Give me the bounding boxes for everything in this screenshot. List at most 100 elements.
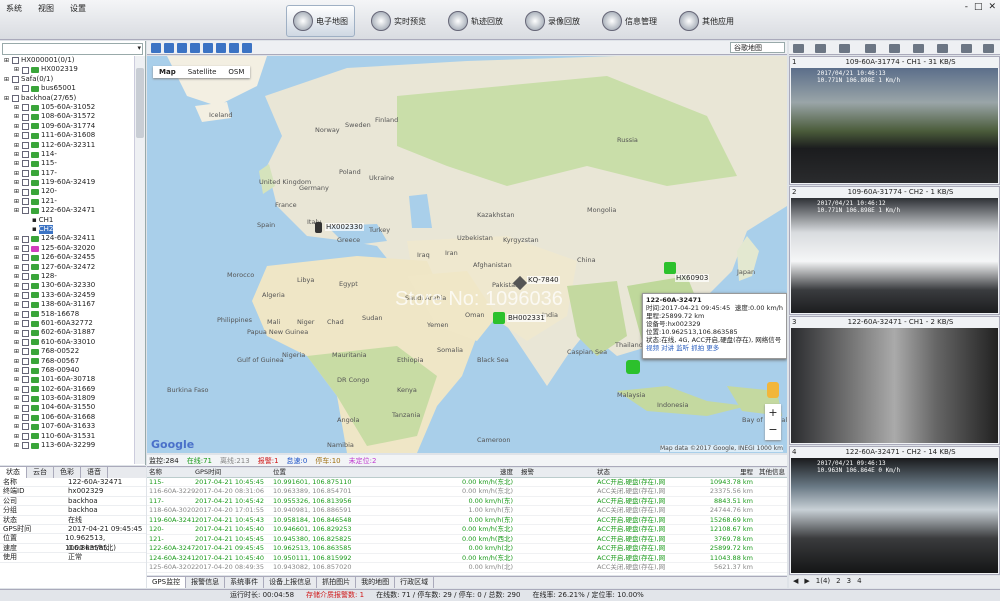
table-row[interactable]: 120- 2017-04-21 10:45:40 10.946601, 106.82… (147, 525, 787, 535)
expand-icon[interactable]: ⊞ (14, 432, 22, 441)
tree-item[interactable]: ⊞ 112-60A-32311 (0, 141, 133, 150)
checkbox[interactable] (22, 151, 29, 159)
checkbox[interactable] (22, 414, 29, 422)
expand-icon[interactable]: ⊞ (14, 141, 22, 150)
column-header[interactable]: 速度 (451, 468, 517, 477)
expand-icon[interactable]: ⊞ (14, 403, 22, 412)
scrollbar-thumb[interactable] (136, 68, 144, 138)
map-type-map[interactable]: Map (153, 66, 182, 78)
checkbox[interactable] (22, 188, 29, 196)
tree-item[interactable]: ⊞ 103-60A-31809 (0, 394, 133, 403)
tree-item[interactable]: ⊞ Safa(0/1) (0, 75, 133, 84)
bottom-tab[interactable]: 设备上报信息 (264, 577, 318, 588)
minimize-button[interactable]: - (965, 2, 968, 12)
nav-tab[interactable]: 信息管理 (596, 5, 663, 37)
tree-item[interactable]: ⊞ 114- (0, 150, 133, 159)
tree-item[interactable]: ▪ CH1 (0, 216, 133, 225)
column-header[interactable]: 其他信息 (755, 468, 785, 477)
maximize-button[interactable]: □ (974, 2, 983, 12)
column-header[interactable]: GPS时间 (195, 468, 273, 477)
car-marker-icon[interactable] (664, 262, 676, 274)
checkbox[interactable] (22, 104, 29, 112)
column-header[interactable]: 位置 (273, 468, 451, 477)
expand-icon[interactable]: ⊞ (4, 75, 12, 84)
tree-item[interactable]: ⊞ 138-60A-31167 (0, 300, 133, 309)
expand-icon[interactable]: ⊞ (14, 357, 22, 366)
expand-icon[interactable]: ⊞ (14, 319, 22, 328)
info-tab[interactable]: 色彩 (54, 467, 81, 478)
expand-icon[interactable]: ⊞ (14, 84, 22, 93)
expand-icon[interactable]: ⊞ (14, 366, 22, 375)
bottom-tab[interactable]: GPS监控 (147, 577, 187, 588)
checkbox[interactable] (12, 75, 19, 83)
checkbox[interactable] (22, 273, 29, 281)
stop-icon[interactable] (190, 43, 200, 53)
video-frame[interactable]: 2017/04/21 09:46:13 10.963N 106.864E 0 Km… (791, 458, 998, 573)
expand-icon[interactable]: ⊞ (14, 131, 22, 140)
checkbox[interactable] (22, 282, 29, 290)
tree-item[interactable]: ⊞ 109-60A-31774 (0, 122, 133, 131)
checkbox[interactable] (22, 179, 29, 187)
expand-icon[interactable]: ⊞ (14, 413, 22, 422)
tree-item[interactable]: ⊞ 122-60A-32471 (0, 206, 133, 215)
table-row[interactable]: 118-60A-30207 2017-04-20 17:01:55 10.94098… (147, 506, 787, 516)
table-row[interactable]: 125-60A-32020 2017-04-20 08:49:35 10.94308… (147, 563, 787, 573)
map-type-osm[interactable]: OSM (222, 66, 250, 78)
tree-item[interactable]: ⊞ HX002319 (0, 65, 133, 74)
tree-item[interactable]: ⊞ 124-60A-32411 (0, 234, 133, 243)
checkbox[interactable] (22, 141, 29, 149)
expand-icon[interactable]: ⊞ (14, 310, 22, 319)
expand-icon[interactable]: ⊞ (14, 347, 22, 356)
checkbox[interactable] (22, 113, 29, 121)
checkbox[interactable] (22, 348, 29, 356)
expand-icon[interactable]: ⊞ (4, 56, 12, 65)
checkbox[interactable] (22, 310, 29, 318)
expand-icon[interactable]: ⊞ (4, 94, 12, 103)
table-row[interactable]: 116-60A-32299 2017-04-20 08:31:06 10.96338… (147, 487, 787, 497)
expand-icon[interactable]: ⊞ (14, 178, 22, 187)
car-marker-icon[interactable] (493, 312, 505, 324)
video-page-tab[interactable]: 4 (857, 576, 861, 588)
expand-icon[interactable]: ⊞ (14, 197, 22, 206)
chevron-down-icon[interactable]: ▾ (137, 44, 141, 52)
info-tab[interactable]: 状态 (0, 467, 27, 478)
tree-item[interactable]: ⊞ 107-60A-31633 (0, 422, 133, 431)
video-panel[interactable]: 2 109-60A-31774 - CH2 - 1 KB/S 2017/04/21 … (789, 186, 1000, 315)
prev-page-icon[interactable]: ◀ (793, 576, 798, 588)
expand-icon[interactable]: ⊞ (14, 441, 22, 450)
tree-item[interactable]: ▪ CH2 (0, 225, 133, 235)
zoom-in-button[interactable]: + (765, 404, 781, 421)
car-marker-icon[interactable] (626, 360, 640, 374)
tree-item[interactable]: ⊞ backhoa(27/65) (0, 94, 133, 103)
tree-item[interactable]: ⊞ HX000001(0/1) (0, 56, 133, 65)
checkbox[interactable] (22, 301, 29, 309)
tree-item[interactable]: ⊞ 127-60A-32472 (0, 263, 133, 272)
expand-icon[interactable]: ⊞ (14, 394, 22, 403)
tree-item[interactable]: ⊞ 768-00940 (0, 366, 133, 375)
fullscreen-icon[interactable] (242, 43, 252, 53)
flag-icon[interactable] (151, 43, 161, 53)
tree-item[interactable]: ⊞ 130-60A-32330 (0, 281, 133, 290)
expand-icon[interactable]: ⊞ (14, 328, 22, 337)
table-row[interactable]: 122-60A-32471 2017-04-21 09:45:45 10.96251… (147, 544, 787, 554)
zoom-in-icon[interactable] (216, 43, 226, 53)
record-icon[interactable] (865, 44, 876, 53)
expand-icon[interactable]: ⊞ (14, 272, 22, 281)
checkbox[interactable] (22, 235, 29, 243)
tree-item[interactable]: ⊞ 768-00567 (0, 357, 133, 366)
column-header[interactable]: 里程 (675, 468, 755, 477)
expand-icon[interactable]: ⊞ (14, 169, 22, 178)
layout-icon[interactable] (793, 44, 804, 53)
checkbox[interactable] (22, 404, 29, 412)
bottom-tab[interactable]: 我的地图 (356, 577, 396, 588)
checkbox[interactable] (22, 385, 29, 393)
tree-scrollbar[interactable] (134, 56, 145, 464)
tree-item[interactable]: ⊞ 119-60A-32419 (0, 178, 133, 187)
snapshot-icon[interactable] (889, 44, 900, 53)
table-row[interactable]: 117- 2017-04-21 10:45:42 10.955326, 106.81… (147, 497, 787, 506)
nav-tab[interactable]: 电子地图 (286, 5, 355, 37)
tree-item[interactable]: ⊞ 117- (0, 169, 133, 178)
bus-marker-icon[interactable] (315, 222, 322, 233)
nav-tab[interactable]: 实时预览 (365, 5, 432, 37)
vehicle-marker-label[interactable]: HX002330 (325, 223, 364, 231)
